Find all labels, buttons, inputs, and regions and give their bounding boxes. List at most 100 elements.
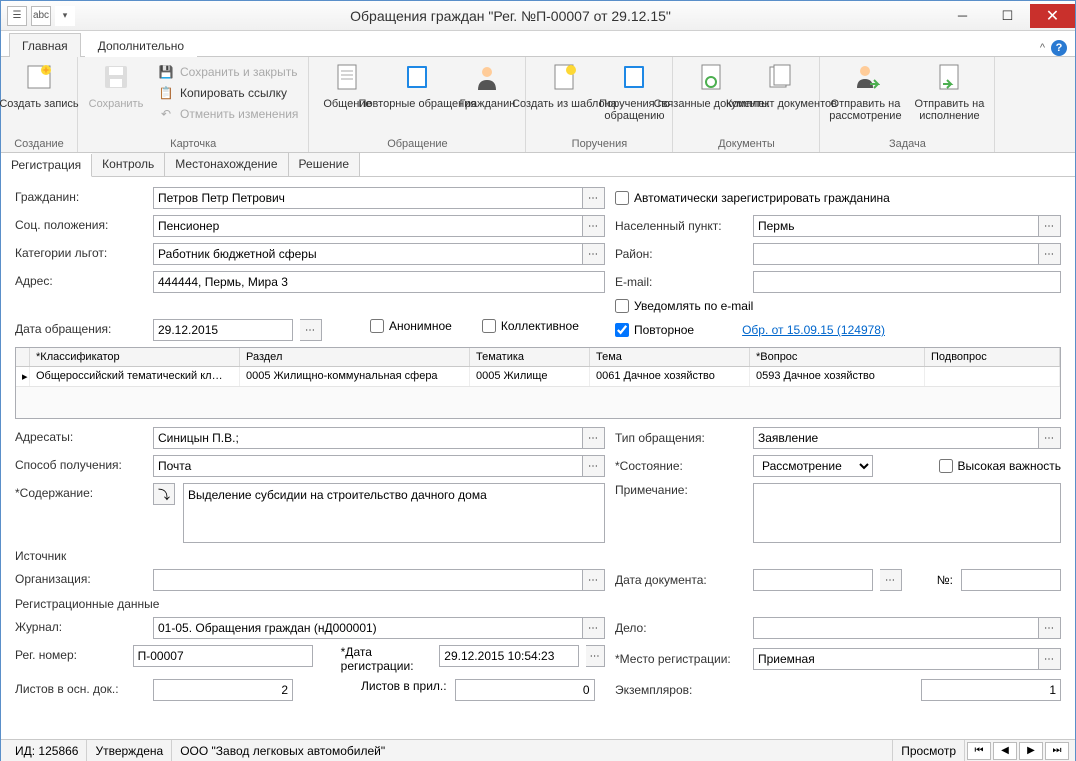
social-field[interactable] bbox=[153, 215, 583, 237]
doc-icon bbox=[331, 61, 363, 93]
window-title: Обращения граждан "Рег. №П-00007 от 29.1… bbox=[81, 8, 940, 24]
journal-field[interactable] bbox=[153, 617, 583, 639]
city-field[interactable] bbox=[753, 215, 1039, 237]
email-field[interactable] bbox=[753, 271, 1061, 293]
status-bar: ИД: 125866 Утверждена ООО "Завод легковы… bbox=[1, 739, 1075, 761]
docnum-label: №: bbox=[937, 573, 953, 587]
regplace-label: *Место регистрации: bbox=[615, 652, 745, 666]
org-field[interactable] bbox=[153, 569, 583, 591]
case-lookup-button[interactable]: ⋯ bbox=[1039, 617, 1061, 639]
help-icon[interactable]: ? bbox=[1051, 40, 1067, 56]
save-button[interactable]: Сохранить bbox=[84, 59, 148, 112]
city-label: Населенный пункт: bbox=[615, 219, 745, 233]
qat-dropdown[interactable]: ▾ bbox=[55, 6, 75, 26]
book-icon bbox=[401, 61, 433, 93]
minimize-button[interactable]: ─ bbox=[940, 4, 985, 28]
citizen-lookup-button[interactable]: ⋯ bbox=[583, 187, 605, 209]
copy-icon: 📋 bbox=[158, 85, 174, 101]
docdate-field[interactable] bbox=[753, 569, 873, 591]
city-lookup-button[interactable]: ⋯ bbox=[1039, 215, 1061, 237]
send-exec-icon bbox=[933, 61, 965, 93]
orders-by-appeal-button[interactable]: Поручения по обращению bbox=[602, 59, 666, 124]
copies-field[interactable] bbox=[921, 679, 1061, 701]
addressees-field[interactable] bbox=[153, 427, 583, 449]
subtab-decision[interactable]: Решение bbox=[289, 153, 360, 176]
address-field[interactable] bbox=[153, 271, 605, 293]
maximize-button[interactable]: ☐ bbox=[985, 4, 1030, 28]
autoregister-checkbox[interactable]: Автоматически зарегистрировать гражданин… bbox=[615, 191, 890, 205]
copy-link-button[interactable]: 📋Копировать ссылку bbox=[154, 84, 302, 102]
note-label: Примечание: bbox=[615, 483, 745, 497]
nav-first-button[interactable]: ⏮ bbox=[967, 742, 991, 760]
regdate-field[interactable] bbox=[439, 645, 579, 667]
district-lookup-button[interactable]: ⋯ bbox=[1039, 243, 1061, 265]
anonymous-checkbox[interactable]: Анонимное bbox=[370, 319, 452, 333]
previous-appeal-link[interactable]: Обр. от 15.09.15 (124978) bbox=[742, 323, 885, 337]
benefit-label: Категории льгот: bbox=[15, 243, 145, 260]
nav-last-button[interactable]: ⏭ bbox=[1045, 742, 1069, 760]
qat-btn-2[interactable]: abc bbox=[31, 6, 51, 26]
classifier-grid[interactable]: *Классификатор Раздел Тематика Тема *Воп… bbox=[15, 347, 1061, 419]
sheets-att-label: Листов в прил.: bbox=[361, 679, 447, 693]
type-label: Тип обращения: bbox=[615, 431, 745, 445]
type-field[interactable] bbox=[753, 427, 1039, 449]
appeal-date-field[interactable] bbox=[153, 319, 293, 341]
save-icon bbox=[100, 61, 132, 93]
grid-row[interactable]: ▸ Общероссийский тематический кл… 0005 Ж… bbox=[16, 367, 1060, 386]
benefit-field[interactable] bbox=[153, 243, 583, 265]
nav-prev-button[interactable]: ◀ bbox=[993, 742, 1017, 760]
qat-btn-1[interactable]: ☰ bbox=[7, 6, 27, 26]
social-lookup-button[interactable]: ⋯ bbox=[583, 215, 605, 237]
content-label: *Содержание: bbox=[15, 483, 145, 500]
subtab-registration[interactable]: Регистрация bbox=[1, 154, 92, 177]
tab-extra[interactable]: Дополнительно bbox=[85, 33, 197, 57]
ribbon-tabs: Главная Дополнительно ^ ? bbox=[1, 31, 1075, 57]
close-button[interactable]: ✕ bbox=[1030, 4, 1075, 28]
benefit-lookup-button[interactable]: ⋯ bbox=[583, 243, 605, 265]
citizen-label: Гражданин: bbox=[15, 187, 145, 204]
addressees-lookup-button[interactable]: ⋯ bbox=[583, 427, 605, 449]
regplace-lookup-button[interactable]: ⋯ bbox=[1039, 648, 1061, 670]
person-icon bbox=[471, 61, 503, 93]
citizen-field[interactable] bbox=[153, 187, 583, 209]
collapse-ribbon-icon[interactable]: ^ bbox=[1040, 42, 1045, 54]
tab-main[interactable]: Главная bbox=[9, 33, 81, 57]
method-field[interactable] bbox=[153, 455, 583, 477]
collective-checkbox[interactable]: Коллективное bbox=[482, 319, 579, 333]
org-lookup-button[interactable]: ⋯ bbox=[583, 569, 605, 591]
email-label: E-mail: bbox=[615, 275, 745, 289]
notify-email-checkbox[interactable]: Уведомлять по e-mail bbox=[615, 299, 753, 313]
sheets-main-field[interactable] bbox=[153, 679, 293, 701]
journal-lookup-button[interactable]: ⋯ bbox=[583, 617, 605, 639]
send-exec-button[interactable]: Отправить на исполнение bbox=[910, 59, 988, 124]
org-label: Организация: bbox=[15, 569, 145, 586]
docdate-picker-button[interactable]: ⋯ bbox=[880, 569, 902, 591]
grid-header: *Классификатор Раздел Тематика Тема *Воп… bbox=[16, 348, 1060, 367]
content-expand-button[interactable]: ⤵ bbox=[153, 483, 175, 505]
nav-next-button[interactable]: ▶ bbox=[1019, 742, 1043, 760]
regdate-picker-button[interactable]: ⋯ bbox=[586, 645, 605, 667]
note-textarea[interactable] bbox=[753, 483, 1061, 543]
docset-icon bbox=[765, 61, 797, 93]
case-field[interactable] bbox=[753, 617, 1039, 639]
district-field[interactable] bbox=[753, 243, 1039, 265]
regnum-field[interactable] bbox=[133, 645, 313, 667]
docnum-field[interactable] bbox=[961, 569, 1061, 591]
undo-icon: ↶ bbox=[158, 106, 174, 122]
regplace-field[interactable] bbox=[753, 648, 1039, 670]
type-lookup-button[interactable]: ⋯ bbox=[1039, 427, 1061, 449]
form-area: Гражданин: ⋯ Автоматически зарегистриров… bbox=[1, 177, 1075, 713]
save-close-button[interactable]: 💾Сохранить и закрыть bbox=[154, 63, 302, 81]
state-select[interactable]: Рассмотрение bbox=[753, 455, 873, 477]
method-lookup-button[interactable]: ⋯ bbox=[583, 455, 605, 477]
sub-tabs: Регистрация Контроль Местонахождение Реш… bbox=[1, 153, 1075, 177]
repeat-checkbox[interactable]: Повторное bbox=[615, 323, 694, 337]
date-picker-button[interactable]: ⋯ bbox=[300, 319, 322, 341]
sheets-att-field[interactable] bbox=[455, 679, 595, 701]
subtab-location[interactable]: Местонахождение bbox=[165, 153, 288, 176]
undo-button[interactable]: ↶Отменить изменения bbox=[154, 105, 302, 123]
high-importance-checkbox[interactable]: Высокая важность bbox=[939, 459, 1061, 473]
subtab-control[interactable]: Контроль bbox=[92, 153, 165, 176]
state-label: *Состояние: bbox=[615, 459, 745, 473]
content-textarea[interactable]: Выделение субсидии на строительство дачн… bbox=[183, 483, 605, 543]
